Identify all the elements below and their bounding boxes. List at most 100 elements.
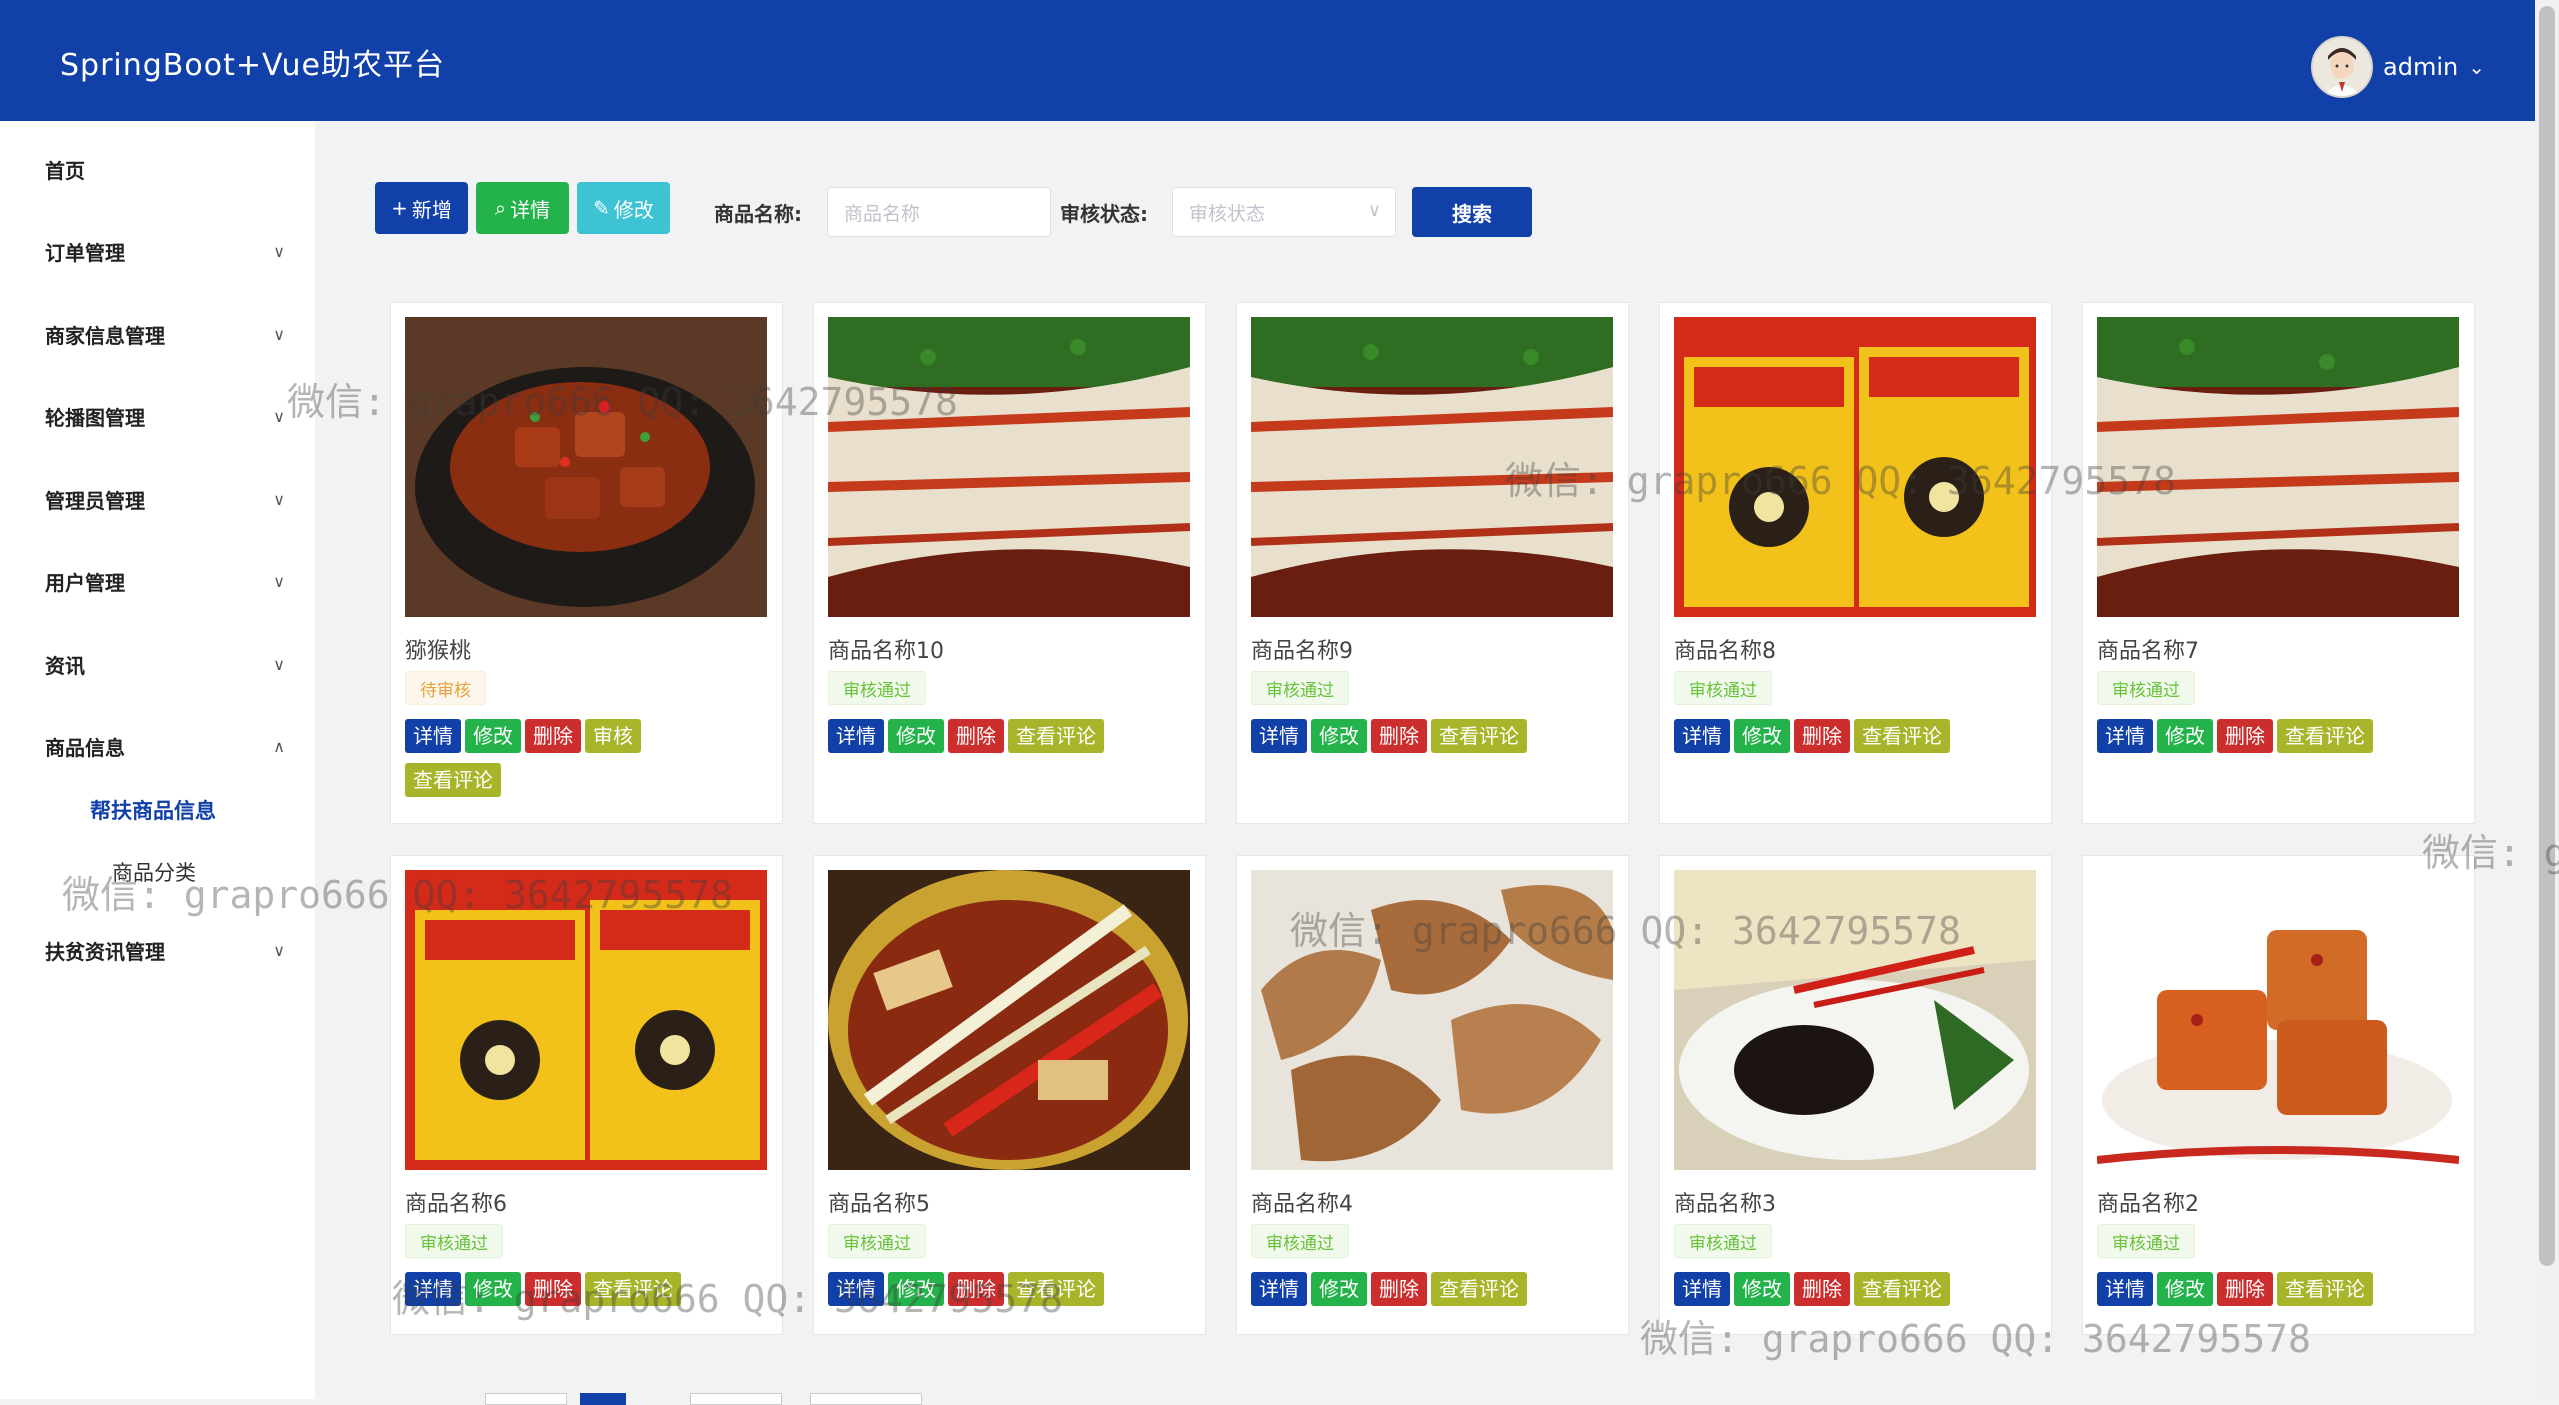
sidebar-item-products[interactable]: 商品信息 ∧ [45, 726, 285, 766]
delete-button[interactable]: 删除 [948, 1272, 1004, 1306]
view-comments-button[interactable]: 查看评论 [1008, 719, 1104, 753]
card-actions: 详情 修改 删除 查看评论 [1674, 719, 2044, 763]
edit-button[interactable]: 修改 [465, 1272, 521, 1306]
card-actions: 详情 修改 删除 查看评论 [2097, 1272, 2467, 1316]
card-actions: 详情 修改 删除 查看评论 [1251, 719, 1621, 763]
product-name-input[interactable]: 商品名称 [827, 187, 1051, 237]
sidebar-item-merchants[interactable]: 商家信息管理 ∨ [45, 314, 285, 354]
detail-button[interactable]: 详情 [405, 719, 461, 753]
delete-button[interactable]: 删除 [1371, 1272, 1427, 1306]
detail-button[interactable]: 详情 [1251, 719, 1307, 753]
delete-button[interactable]: 删除 [1794, 1272, 1850, 1306]
pagination-item[interactable] [810, 1393, 922, 1405]
product-name: 商品名称6 [405, 1192, 507, 1217]
chevron-down-icon: ∨ [273, 654, 285, 674]
detail-button[interactable]: 详情 [2097, 1272, 2153, 1306]
chevron-down-icon: ∨ [273, 406, 285, 426]
sidebar-item-label: 轮播图管理 [45, 405, 145, 430]
user-menu[interactable]: admin ⌄ [2311, 36, 2485, 98]
detail-button[interactable]: 详情 [1251, 1272, 1307, 1306]
chevron-down-icon: ∨ [273, 571, 285, 591]
product-name: 猕猴桃 [405, 639, 472, 664]
delete-button[interactable]: 删除 [1794, 719, 1850, 753]
sidebar: 首页 订单管理 ∨ 商家信息管理 ∨ 轮播图管理 ∨ 管理员管理 ∨ 用户管理 … [0, 121, 315, 1399]
card-actions: 详情 修改 删除 审核查看评论 [405, 719, 775, 807]
view-comments-button[interactable]: 查看评论 [1431, 719, 1527, 753]
sidebar-item-news[interactable]: 资讯 ∨ [45, 644, 285, 684]
product-image[interactable] [2097, 317, 2459, 617]
product-card: 商品名称6 审核通过 详情 修改 删除 查看评论 [390, 855, 783, 1335]
product-image[interactable] [2097, 870, 2459, 1170]
status-badge: 待审核 [405, 671, 486, 705]
sidebar-subitem-aid-products[interactable]: 帮扶商品信息 [90, 795, 216, 825]
sidebar-item-users[interactable]: 用户管理 ∨ [45, 561, 285, 601]
edit-button[interactable]: 修改 [1734, 719, 1790, 753]
sidebar-item-carousel[interactable]: 轮播图管理 ∨ [45, 396, 285, 436]
edit-button[interactable]: 修改 [465, 719, 521, 753]
view-comments-button[interactable]: 查看评论 [2277, 1272, 2373, 1306]
delete-button[interactable]: 删除 [1371, 719, 1427, 753]
pagination-item[interactable] [485, 1393, 567, 1405]
pagination-current[interactable] [580, 1393, 626, 1405]
product-name: 商品名称2 [2097, 1192, 2199, 1217]
product-image[interactable] [405, 870, 767, 1170]
view-comments-button[interactable]: 查看评论 [585, 1272, 681, 1306]
delete-button[interactable]: 删除 [2217, 719, 2273, 753]
edit-button[interactable]: 修改 [2157, 719, 2213, 753]
product-image[interactable] [828, 317, 1190, 617]
sidebar-item-home[interactable]: 首页 [45, 149, 285, 189]
detail-button[interactable]: 详情 [1674, 1272, 1730, 1306]
edit-button[interactable]: 修改 [1311, 719, 1367, 753]
edit-button[interactable]: 修改 [2157, 1272, 2213, 1306]
sidebar-item-aid-news[interactable]: 扶贫资讯管理 ∨ [45, 930, 285, 970]
detail-button[interactable]: ⌕ 详情 [476, 182, 569, 234]
view-comments-button[interactable]: 查看评论 [1854, 719, 1950, 753]
product-image[interactable] [1674, 870, 2036, 1170]
detail-button[interactable]: 详情 [828, 1272, 884, 1306]
view-comments-button[interactable]: 查看评论 [1854, 1272, 1950, 1306]
sidebar-item-orders[interactable]: 订单管理 ∨ [45, 231, 285, 271]
audit-button[interactable]: 审核 [585, 719, 641, 753]
delete-button[interactable]: 删除 [525, 719, 581, 753]
pagination-item[interactable] [690, 1393, 782, 1405]
edit-button[interactable]: 修改 [1311, 1272, 1367, 1306]
detail-button[interactable]: 详情 [2097, 719, 2153, 753]
scrollbar-thumb[interactable] [2539, 6, 2555, 1266]
product-image[interactable] [405, 317, 767, 617]
product-image[interactable] [1674, 317, 2036, 617]
chevron-down-icon[interactable]: ⌄ [2468, 55, 2485, 79]
chevron-down-icon: ∨ [273, 489, 285, 509]
edit-button[interactable]: 修改 [888, 1272, 944, 1306]
search-button[interactable]: 搜索 [1412, 187, 1532, 237]
avatar[interactable] [2311, 36, 2374, 98]
view-comments-button[interactable]: 查看评论 [2277, 719, 2373, 753]
product-card: 猕猴桃 待审核 详情 修改 删除 审核查看评论 [390, 302, 783, 824]
user-name[interactable]: admin [2383, 53, 2458, 81]
product-card: 商品名称3 审核通过 详情 修改 删除 查看评论 [1659, 855, 2052, 1335]
chevron-down-icon: ∨ [1367, 200, 1381, 221]
product-card: 商品名称2 审核通过 详情 修改 删除 查看评论 [2082, 855, 2475, 1335]
product-image[interactable] [1251, 317, 1613, 617]
product-image[interactable] [1251, 870, 1613, 1170]
edit-button[interactable]: ✎ 修改 [577, 182, 670, 234]
sidebar-item-admins[interactable]: 管理员管理 ∨ [45, 479, 285, 519]
product-name: 商品名称7 [2097, 639, 2199, 664]
detail-button[interactable]: 详情 [1674, 719, 1730, 753]
delete-button[interactable]: 删除 [2217, 1272, 2273, 1306]
delete-button[interactable]: 删除 [525, 1272, 581, 1306]
detail-button[interactable]: 详情 [405, 1272, 461, 1306]
view-comments-button[interactable]: 查看评论 [1008, 1272, 1104, 1306]
product-name-label: 商品名称: [714, 202, 802, 226]
view-comments-button[interactable]: 查看评论 [1431, 1272, 1527, 1306]
delete-button[interactable]: 删除 [948, 719, 1004, 753]
detail-button[interactable]: 详情 [828, 719, 884, 753]
add-button[interactable]: + 新增 [375, 182, 468, 234]
audit-status-select[interactable]: 审核状态 ∨ [1172, 187, 1396, 237]
sidebar-subitem-categories[interactable]: 商品分类 [112, 857, 196, 887]
edit-button[interactable]: 修改 [1734, 1272, 1790, 1306]
edit-button[interactable]: 修改 [888, 719, 944, 753]
product-image[interactable] [828, 870, 1190, 1170]
search-icon: ⌕ [494, 196, 507, 220]
view-comments-button[interactable]: 查看评论 [405, 763, 501, 797]
page-scrollbar[interactable] [2535, 0, 2559, 1399]
